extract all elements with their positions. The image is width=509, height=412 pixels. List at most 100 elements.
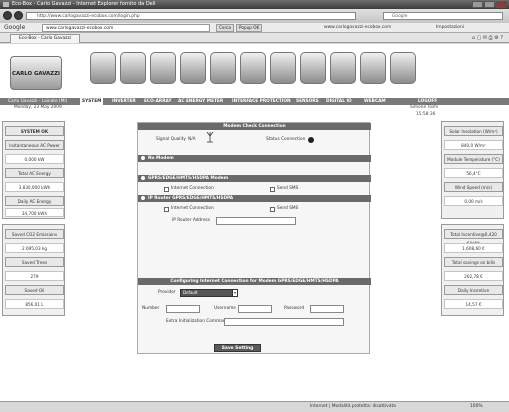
maximize-button[interactable] — [484, 1, 495, 8]
statusbar: Internet | Modalità protetta: disattivat… — [0, 401, 509, 412]
url-input[interactable]: http://www.carlogavazzi-ecobox.com/login… — [26, 12, 356, 20]
ip-internet-checkbox[interactable] — [164, 207, 169, 212]
provider-label: Provider — [158, 290, 176, 295]
google-toolbar: Google www.carlogavazzi-ecobox.com Cerca… — [0, 23, 509, 33]
toolbar-link[interactable]: www.carlogavazzi-ecobox.com — [324, 24, 391, 32]
provider-select[interactable]: Default — [180, 289, 236, 297]
zoom-level[interactable]: 100% — [470, 402, 483, 412]
modem-panel: Modem Check Connection Signal Quality N/… — [137, 122, 371, 354]
time-label: 15:58:36 — [416, 112, 436, 117]
configuring-header: Configuring Internet Connection for Mode… — [138, 278, 371, 285]
toolbar-icons[interactable]: ⌂ ▢ ✉ ⎙ ⚙ ? — [472, 34, 503, 42]
gprs-modem-option[interactable]: GPRS/EDGE/HMTS/HSDPA Modem — [138, 175, 371, 182]
minimize-button[interactable] — [472, 1, 483, 8]
gprs-modem-label: GPRS/EDGE/HMTS/HSDPA Modem — [148, 176, 229, 181]
back-button[interactable] — [3, 11, 12, 20]
ip-send-sms-label: Send SMS — [277, 206, 299, 211]
solar-label: Solar Insolation (W/m²) — [444, 126, 503, 136]
trees-value: 279 — [5, 271, 64, 281]
internet-connection-label: Internet Connection — [171, 186, 214, 191]
extra-commands-input[interactable] — [224, 318, 344, 326]
daily-incentive-value: 14,57 € — [444, 299, 503, 309]
tab-strip: Eco-Box - Carlo Gavazzi ⌂ ▢ ✉ ⎙ ⚙ ? — [0, 33, 509, 43]
browser-search-input[interactable]: Google — [383, 12, 503, 20]
save-setting-button[interactable]: Save Setting — [214, 344, 261, 352]
logo: CARLO GAVAZZI — [10, 56, 62, 90]
date-label: Monday, 23 May 2009 — [14, 105, 62, 110]
radio-icon[interactable] — [141, 155, 145, 160]
status-led-icon — [308, 137, 314, 143]
nav-ac-energy-meter[interactable]: AC ENERGY METER — [178, 98, 223, 105]
ip-send-sms-checkbox[interactable] — [270, 207, 275, 212]
username-input[interactable] — [238, 305, 272, 313]
ip-router-option[interactable]: IP Router GPRS/EDGE/HMTS/HSDPA — [138, 195, 371, 202]
no-modem-option[interactable]: No Modem — [138, 155, 371, 162]
left-panel-savings: Saved CO2 Emissions 2.695,03 kg Saved Tr… — [2, 224, 65, 316]
bills-label: Total savings on bills — [444, 257, 503, 267]
signal-icon[interactable] — [120, 52, 146, 84]
forward-button[interactable] — [14, 11, 23, 20]
daily-ac-label: Daily AC Energy — [5, 196, 64, 206]
flower-icon[interactable] — [390, 52, 416, 84]
sun-icon[interactable] — [270, 52, 296, 84]
user-label: Simone Toshi — [410, 105, 439, 110]
google-search-button[interactable]: Cerca — [216, 24, 234, 32]
house-icon[interactable] — [90, 52, 116, 84]
ip-router-address-input[interactable] — [216, 217, 296, 225]
co2-label: Saved CO2 Emissions — [5, 229, 64, 239]
password-input[interactable] — [310, 305, 344, 313]
radio-icon[interactable] — [141, 175, 145, 180]
extra-commands-label: Extra Initialization Commands — [166, 319, 231, 324]
co2-value: 2.695,03 kg — [5, 243, 64, 253]
number-input[interactable] — [166, 305, 200, 313]
incentive-value: 1.608,60 € — [444, 243, 503, 253]
nav-webcam[interactable]: WEBCAM — [364, 98, 386, 105]
oil-label: Saved Oil — [5, 285, 64, 295]
password-label: Password — [284, 306, 305, 311]
internet-connection-checkbox[interactable] — [164, 187, 169, 192]
header-icons — [90, 52, 420, 92]
left-panel-energy: SYSTEM OK Instantaneous AC Power 0,000 k… — [2, 121, 65, 219]
signal-antenna-icon — [206, 132, 214, 143]
nav-logoff[interactable]: LOGOFF — [418, 98, 437, 105]
header: CARLO GAVAZZI — [0, 44, 509, 98]
settings-link[interactable]: Impostazioni — [436, 24, 464, 32]
list-icon[interactable] — [330, 52, 356, 84]
google-search-input[interactable]: www.carlogavazzi-ecobox.com — [42, 24, 210, 32]
nav-inverter[interactable]: INVERTER — [112, 98, 136, 105]
monitor-icon[interactable] — [300, 52, 326, 84]
right-panel-incentives: Total Incentive@0,420 €/kWh 1.608,60 € T… — [441, 224, 504, 316]
trees-label: Saved Trees — [5, 257, 64, 267]
window-title: Eco-Box - Carlo Gavazzi - Internet Explo… — [12, 1, 156, 7]
nav-system[interactable]: SYSTEM — [80, 98, 104, 105]
module-temp-value: 56,4°C — [444, 168, 503, 178]
nav-interface-protection[interactable]: INTERFACE PROTECTION — [232, 98, 291, 105]
oil-value: 856,01 L — [5, 299, 64, 309]
warning-icon[interactable] — [150, 52, 176, 84]
total-ac-value: 3.830,000 kWh — [5, 182, 64, 192]
nav-digital-io[interactable]: DIGITAL IO — [326, 98, 352, 105]
main-nav: Carlo Gavazzi - Lainate (MI) SYSTEM INVE… — [0, 98, 509, 105]
username-label: Username — [214, 306, 236, 311]
solar-value: 840,0 W/m² — [444, 140, 503, 150]
incentive-label: Total Incentive@0,420 €/kWh — [444, 229, 503, 246]
popup-button[interactable]: Popup OK — [236, 24, 263, 32]
radio-icon[interactable] — [141, 195, 145, 200]
daily-ac-value: 34,700 kWh — [5, 208, 64, 217]
globe-icon[interactable] — [180, 52, 206, 84]
tools-icon[interactable] — [360, 52, 386, 84]
nav-eco-array[interactable]: ECO-ARRAY — [144, 98, 172, 105]
ip-internet-label: Internet Connection — [171, 206, 214, 211]
nav-sensors[interactable]: SENSORS — [296, 98, 319, 105]
signal-quality-value: N/A — [188, 137, 196, 142]
browser-tab[interactable]: Eco-Box - Carlo Gavazzi — [10, 34, 80, 43]
window-titlebar: Eco-Box - Carlo Gavazzi - Internet Explo… — [0, 0, 509, 9]
daily-incentive-label: Daily Incentive — [444, 285, 503, 295]
check-icon[interactable] — [240, 52, 266, 84]
chevron-down-icon[interactable]: ▾ — [232, 289, 238, 297]
close-button[interactable] — [496, 1, 507, 8]
send-sms-checkbox[interactable] — [270, 187, 275, 192]
ac-power-value: 0,000 kW — [5, 154, 64, 164]
window-controls — [472, 1, 507, 8]
gear-icon[interactable] — [210, 52, 236, 84]
